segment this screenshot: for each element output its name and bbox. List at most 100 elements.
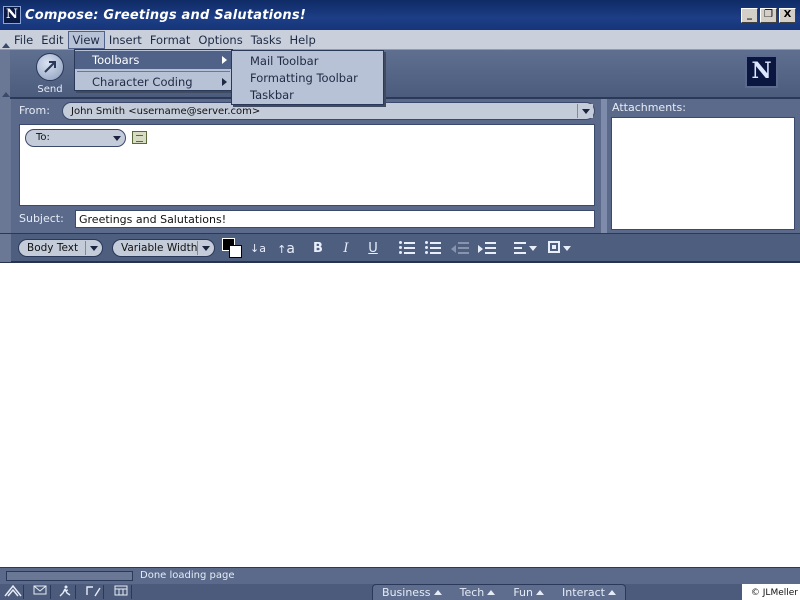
mail-envelope-icon[interactable] <box>29 585 51 599</box>
menu-help[interactable]: Help <box>286 31 320 49</box>
view-menu-character-coding[interactable]: Character Coding <box>75 73 232 91</box>
outdent-icon[interactable] <box>451 242 469 255</box>
align-dropdown-caret-icon[interactable] <box>529 246 537 251</box>
to-label: To: <box>36 132 50 143</box>
chevron-down-icon[interactable] <box>109 131 124 145</box>
menu-item-label: Toolbars <box>92 53 140 67</box>
send-button[interactable]: Send <box>30 53 70 95</box>
menu-edit[interactable]: Edit <box>37 31 67 49</box>
numbered-list-icon[interactable] <box>425 241 441 255</box>
view-menu-dropdown: Toolbars Character Coding <box>74 49 233 91</box>
align-icon[interactable] <box>514 242 526 255</box>
caret-up-icon <box>487 590 496 595</box>
insert-dropdown-caret-icon[interactable] <box>563 246 571 251</box>
netscape-app-icon[interactable]: N <box>3 6 21 24</box>
bullet-list-icon[interactable] <box>399 241 415 255</box>
menubar-collapse-grip[interactable] <box>0 30 10 50</box>
caret-up-icon <box>535 590 544 595</box>
menu-bar: File Edit View Insert Format Options Tas… <box>0 30 800 50</box>
underline-button[interactable]: U <box>366 239 380 259</box>
from-value: John Smith <username@server.com> <box>71 105 261 117</box>
paragraph-style-select[interactable]: Body Text <box>18 239 103 257</box>
taskbar-tab-interact[interactable]: Interact <box>562 586 616 599</box>
indent-icon[interactable] <box>478 242 496 255</box>
font-face-select[interactable]: Variable Width <box>112 239 215 257</box>
submenu-mail-toolbar[interactable]: Mail Toolbar <box>232 53 383 70</box>
to-type-select[interactable]: To: <box>25 129 126 147</box>
title-bar: N Compose: Greetings and Salutations! _ … <box>0 0 800 30</box>
netscape-logo[interactable]: N <box>745 55 778 88</box>
formatting-toolbar-grip[interactable] <box>0 234 11 262</box>
copyright-text: © JLMeller <box>750 588 798 598</box>
restore-button[interactable]: ❐ <box>760 8 777 23</box>
attachments-label: Attachments: <box>612 101 686 114</box>
menu-separator <box>77 71 230 72</box>
formatting-toolbar: Body Text Variable Width ↓a ↑a B I U <box>0 233 800 263</box>
attachments-list[interactable] <box>611 117 795 230</box>
caret-up-icon <box>607 590 616 595</box>
window-controls: _ ❐ X <box>741 8 796 23</box>
menu-options[interactable]: Options <box>194 31 246 49</box>
submenu-arrow-icon <box>222 78 227 86</box>
address-panel-grip[interactable] <box>0 99 11 233</box>
discussion-runner-icon[interactable] <box>54 585 76 599</box>
increase-font-arrow-icon: ↑ <box>277 243 287 256</box>
chevron-down-icon[interactable] <box>577 104 593 118</box>
subject-input[interactable] <box>75 210 595 228</box>
address-panel: From: John Smith <username@server.com> T… <box>0 99 601 233</box>
tab-label: Business <box>382 586 431 599</box>
font-face-value: Variable Width <box>121 242 198 254</box>
message-body-editor[interactable] <box>0 265 800 567</box>
paragraph-style-value: Body Text <box>27 242 79 254</box>
recipient-list[interactable]: To: <box>19 124 595 206</box>
composer-pencil-icon[interactable] <box>82 585 104 599</box>
submenu-arrow-icon <box>222 56 227 64</box>
toolbar-collapse-grip[interactable] <box>0 50 10 99</box>
toolbars-submenu: Mail Toolbar Formatting Toolbar Taskbar <box>231 50 384 105</box>
window-title: Compose: Greetings and Salutations! <box>25 7 306 23</box>
text-color-picker[interactable] <box>222 238 244 260</box>
insert-object-icon[interactable] <box>548 241 560 253</box>
send-label: Send <box>37 84 63 95</box>
progress-bar <box>6 571 133 581</box>
minimize-button[interactable]: _ <box>741 8 758 23</box>
menu-tasks[interactable]: Tasks <box>247 31 286 49</box>
decrease-font-size-button[interactable]: ↓a <box>250 239 266 259</box>
component-taskbar: Business Tech Fun Interact © JLMeller <box>0 584 800 600</box>
menu-insert[interactable]: Insert <box>105 31 146 49</box>
tab-label: Fun <box>513 586 533 599</box>
submenu-taskbar[interactable]: Taskbar <box>232 87 383 104</box>
increase-font-label: a <box>286 241 295 257</box>
calendar-icon[interactable] <box>110 585 132 599</box>
status-text: Done loading page <box>140 570 235 581</box>
submenu-formatting-toolbar[interactable]: Formatting Toolbar <box>232 70 383 87</box>
address-book-icon[interactable] <box>132 131 147 144</box>
close-button[interactable]: X <box>779 8 796 23</box>
from-label: From: <box>19 104 50 117</box>
chevron-down-icon[interactable] <box>197 241 213 255</box>
increase-font-size-button[interactable]: ↑a <box>276 239 296 259</box>
italic-button[interactable]: I <box>339 239 353 259</box>
menu-item-label: Character Coding <box>92 75 193 89</box>
taskbar-tab-business[interactable]: Business <box>382 586 442 599</box>
menu-view[interactable]: View <box>67 30 105 49</box>
tab-label: Tech <box>459 586 485 599</box>
decrease-font-arrow-icon: ↓ <box>250 242 260 255</box>
menu-format[interactable]: Format <box>146 31 195 49</box>
taskbar-tab-fun[interactable]: Fun <box>513 586 544 599</box>
caret-up-icon <box>433 590 442 595</box>
send-icon <box>36 53 64 81</box>
taskbar-tab-tech[interactable]: Tech <box>460 586 496 599</box>
menu-file[interactable]: File <box>10 31 37 49</box>
bold-button[interactable]: B <box>311 239 325 259</box>
tab-label: Interact <box>562 586 605 599</box>
background-color-swatch[interactable] <box>229 245 242 258</box>
view-menu-toolbars[interactable]: Toolbars <box>75 51 232 69</box>
taskbar-tabs: Business Tech Fun Interact <box>372 584 626 600</box>
navigator-icon[interactable] <box>2 584 24 599</box>
decrease-font-label: a <box>259 242 266 255</box>
status-bar: Done loading page <box>0 567 800 584</box>
chevron-down-icon[interactable] <box>85 241 101 255</box>
attachments-panel: Attachments: <box>607 99 800 233</box>
subject-label: Subject: <box>19 212 64 225</box>
